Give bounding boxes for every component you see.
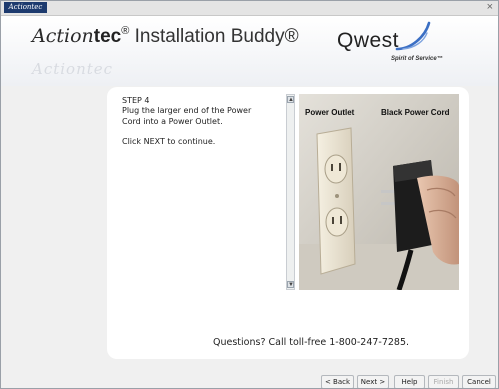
cancel-button[interactable]: Cancel bbox=[462, 375, 496, 388]
step-line-2: Cord into a Power Outlet. bbox=[122, 116, 223, 126]
next-button[interactable]: Next > bbox=[357, 375, 389, 388]
scroll-down-button[interactable]: ▼ bbox=[287, 281, 294, 288]
title-bar: Actiontec × bbox=[1, 1, 498, 16]
photo-label-cord: Black Power Cord bbox=[381, 108, 450, 117]
brand-tec: tec bbox=[93, 26, 122, 47]
qwest-swoosh-icon bbox=[395, 21, 431, 51]
step-line-3: Click NEXT to continue. bbox=[122, 137, 216, 147]
brand-installation-buddy: Installation Buddy® bbox=[129, 26, 299, 47]
photo-label-outlet: Power Outlet bbox=[305, 108, 355, 117]
instructions-scrollbar[interactable]: ▲ ▼ bbox=[286, 94, 295, 290]
finish-button[interactable]: Finish bbox=[428, 375, 459, 388]
brand-reflection: Actiontec bbox=[32, 60, 114, 78]
step-instructions: STEP 4 Plug the larger end of the Power … bbox=[122, 96, 280, 196]
step-title: STEP 4 bbox=[122, 96, 150, 105]
help-button[interactable]: Help bbox=[394, 375, 425, 388]
outlet-illustration bbox=[299, 94, 459, 290]
installer-window: Actiontec × Actiontec Actiontec® Install… bbox=[0, 0, 499, 389]
brand-action: Action bbox=[32, 25, 94, 47]
qwest-tagline: Spirit of Service™ bbox=[391, 56, 443, 62]
scroll-up-button[interactable]: ▲ bbox=[287, 96, 294, 103]
close-icon[interactable]: × bbox=[487, 2, 493, 13]
qwest-wordmark: Qwest bbox=[337, 29, 400, 52]
step-photo: Power Outlet Black Power Cord bbox=[299, 94, 459, 290]
support-phone-text: Questions? Call toll-free 1-800-247-7285… bbox=[213, 337, 410, 348]
product-title: Actiontec® Installation Buddy® bbox=[32, 25, 299, 48]
qwest-logo: Qwest Spirit of Service™ bbox=[337, 19, 469, 63]
actiontec-logo-icon: Actiontec bbox=[4, 2, 47, 13]
step-line-1: Plug the larger end of the Power bbox=[122, 106, 252, 116]
back-button[interactable]: < Back bbox=[321, 375, 354, 388]
